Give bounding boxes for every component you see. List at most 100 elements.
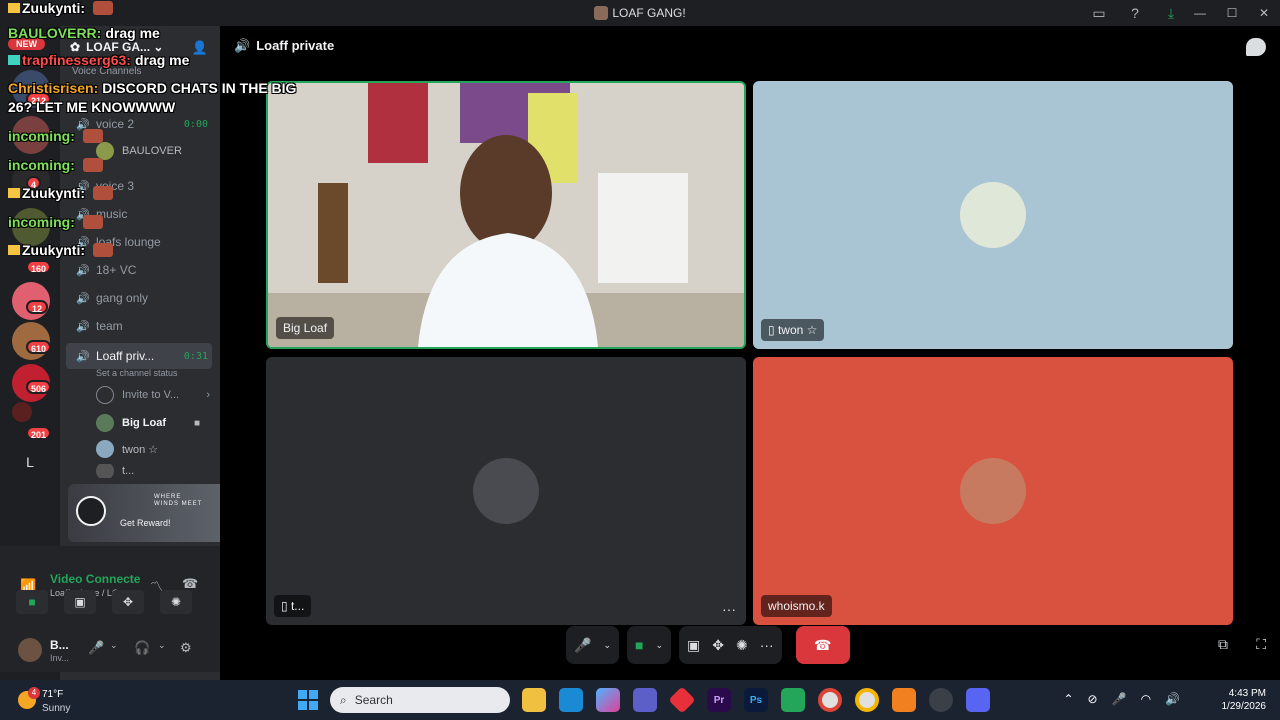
- channel-gang-only[interactable]: 🔊 gang only: [66, 285, 212, 311]
- microphone-icon[interactable]: 🎤: [88, 640, 104, 656]
- get-reward-button[interactable]: Get Reward!: [120, 518, 171, 528]
- edge-icon[interactable]: [559, 688, 583, 712]
- chevron-down-icon[interactable]: ⌄: [158, 640, 166, 651]
- search-icon: ⌕: [340, 692, 347, 707]
- server-icon-4[interactable]: [12, 208, 50, 246]
- fullscreen-icon[interactable]: ⛶: [1256, 636, 1266, 653]
- taskbar-search[interactable]: ⌕ Search: [330, 687, 510, 713]
- channel-18-vc[interactable]: 🔊 18+ VC: [66, 257, 212, 283]
- channel-loaff-private[interactable]: 🔊 Loaff priv... 0:31: [66, 343, 212, 369]
- headphones-icon[interactable]: 🎧: [134, 640, 150, 656]
- speaker-icon: 🔊: [234, 38, 251, 53]
- help-icon[interactable]: ?: [1126, 4, 1144, 22]
- popout-icon[interactable]: ⧉: [1218, 636, 1228, 653]
- chevron-down-icon[interactable]: ⌄: [655, 640, 663, 651]
- channel-member[interactable]: twon ☆: [96, 438, 158, 460]
- video-tile[interactable]: whoismo.k: [753, 357, 1233, 625]
- avatar: [96, 142, 114, 160]
- invite-icon: [96, 386, 114, 404]
- channel-voice-2[interactable]: 🔊 voice 2 0:00: [66, 111, 212, 137]
- channel-status[interactable]: Set a channel status: [96, 368, 178, 378]
- game-icon[interactable]: [781, 688, 805, 712]
- weather-badge: 4: [28, 687, 40, 699]
- settings-gear-icon[interactable]: ⚙: [180, 640, 192, 656]
- server-badge: 212: [26, 92, 52, 106]
- app-icon[interactable]: [929, 688, 953, 712]
- tile-label-text: twon ☆: [777, 323, 818, 337]
- chrome-icon[interactable]: [855, 688, 879, 712]
- server-letter-l[interactable]: L: [12, 454, 48, 476]
- teams-icon[interactable]: [633, 688, 657, 712]
- video-tile[interactable]: ▯ twon ☆: [753, 81, 1233, 349]
- app-icon[interactable]: [668, 686, 696, 714]
- user-name[interactable]: B...: [50, 638, 69, 652]
- camera-group: ■ ⌄: [626, 626, 671, 664]
- speaker-icon: 🔊: [76, 118, 90, 131]
- server-header[interactable]: ✿ LOAF GA... ⌄: [70, 40, 163, 54]
- soundboard-icon[interactable]: ✺: [736, 637, 748, 654]
- screen-share-icon[interactable]: ▣: [687, 637, 700, 654]
- channel-member[interactable]: BAULOVER: [96, 140, 182, 162]
- start-button[interactable]: [298, 690, 318, 710]
- channel-loafs-lounge[interactable]: 🔊 loafs lounge: [66, 229, 212, 255]
- speaker-icon: 🔊: [76, 320, 90, 333]
- taskbar-clock[interactable]: 4:43 PM 1/29/2026: [1222, 687, 1267, 713]
- photoshop-icon[interactable]: Ps: [744, 688, 768, 712]
- server-icon-8[interactable]: [12, 402, 32, 422]
- user-panel: B... Inv... 🎤 ⌄ 🎧 ⌄ ⚙: [0, 628, 220, 672]
- server-gear-icon: ✿: [70, 40, 81, 54]
- chevron-down-icon[interactable]: ⌄: [110, 640, 118, 651]
- voice-channels-header[interactable]: Voice Channels: [72, 66, 142, 77]
- camera-feed: [268, 83, 744, 347]
- voice-status-title[interactable]: Video Connected: [50, 572, 140, 586]
- activities-button[interactable]: ✥: [112, 590, 144, 614]
- disconnect-button[interactable]: ☎: [795, 626, 850, 664]
- camera-button[interactable]: ■: [16, 590, 48, 614]
- download-icon[interactable]: ⤓: [1162, 4, 1180, 22]
- more-options-icon[interactable]: ···: [722, 601, 736, 617]
- chevron-down-icon[interactable]: ⌄: [603, 640, 611, 651]
- chat-icon[interactable]: [1246, 38, 1266, 56]
- invite-to-voice[interactable]: Invite to V... ›: [96, 386, 210, 404]
- wifi-icon[interactable]: ◠: [1141, 692, 1151, 706]
- screen-share-button[interactable]: ▣: [64, 590, 96, 614]
- reward-icon: [76, 496, 106, 526]
- channel-team[interactable]: 🔊 team: [66, 313, 212, 339]
- channel-label: voice 2: [96, 117, 135, 131]
- premiere-icon[interactable]: Pr: [707, 688, 731, 712]
- inbox-icon[interactable]: ▭: [1090, 4, 1108, 22]
- close-icon[interactable]: ✕: [1248, 0, 1280, 26]
- app-icon[interactable]: [892, 688, 916, 712]
- invite-label: Invite to V...: [122, 389, 180, 401]
- soundboard-button[interactable]: ✺: [160, 590, 192, 614]
- server-icon-2[interactable]: [12, 116, 50, 154]
- microphone-icon[interactable]: 🎤: [1112, 692, 1127, 706]
- avatar: [96, 414, 114, 432]
- video-tile[interactable]: ▯ t... ···: [266, 357, 746, 625]
- file-explorer-icon[interactable]: [522, 688, 546, 712]
- channel-voice-3[interactable]: 🔊 voice 3: [66, 173, 212, 199]
- server-name: LOAF GA...: [86, 40, 151, 54]
- channel-label: 18+ VC: [96, 263, 137, 277]
- more-icon[interactable]: ···: [760, 637, 774, 653]
- minimize-icon[interactable]: —: [1184, 0, 1216, 26]
- maximize-icon[interactable]: ☐: [1216, 0, 1248, 26]
- camera-icon[interactable]: ■: [635, 637, 643, 653]
- server-badge: 160: [26, 260, 52, 274]
- channel-member[interactable]: Big Loaf ■: [96, 412, 200, 434]
- discord-icon[interactable]: [966, 688, 990, 712]
- avatar: [473, 458, 539, 524]
- volume-icon[interactable]: 🔊: [1165, 692, 1180, 706]
- user-avatar[interactable]: [18, 638, 42, 662]
- video-tile[interactable]: Big Loaf: [266, 81, 746, 349]
- chevron-up-icon[interactable]: ⌃: [1063, 692, 1073, 706]
- activities-icon[interactable]: ✥: [712, 637, 724, 654]
- network-off-icon[interactable]: ⊘: [1088, 692, 1098, 706]
- add-member-icon[interactable]: 👤: [192, 40, 208, 56]
- channel-music[interactable]: 🔊 music: [66, 201, 212, 227]
- channel-member[interactable]: t...: [96, 464, 134, 478]
- microphone-icon[interactable]: 🎤: [574, 637, 591, 654]
- channel-label: music: [96, 207, 128, 221]
- copilot-icon[interactable]: [596, 688, 620, 712]
- chrome-icon[interactable]: [818, 688, 842, 712]
